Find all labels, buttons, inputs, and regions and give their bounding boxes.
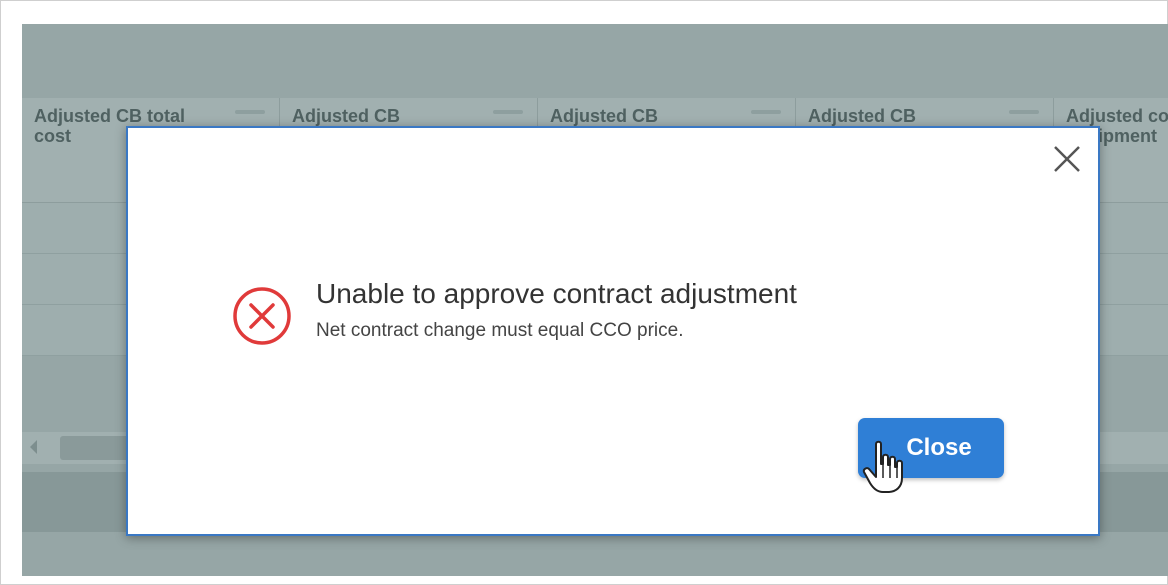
- close-icon[interactable]: [1050, 142, 1084, 176]
- dialog-message: Net contract change must equal CCO price…: [316, 320, 684, 341]
- error-dialog: Unable to approve contract adjustment Ne…: [126, 126, 1100, 536]
- dialog-title: Unable to approve contract adjustment: [316, 278, 797, 309]
- hand-pointer-icon: [862, 440, 903, 493]
- error-circle-x-icon: [233, 287, 291, 345]
